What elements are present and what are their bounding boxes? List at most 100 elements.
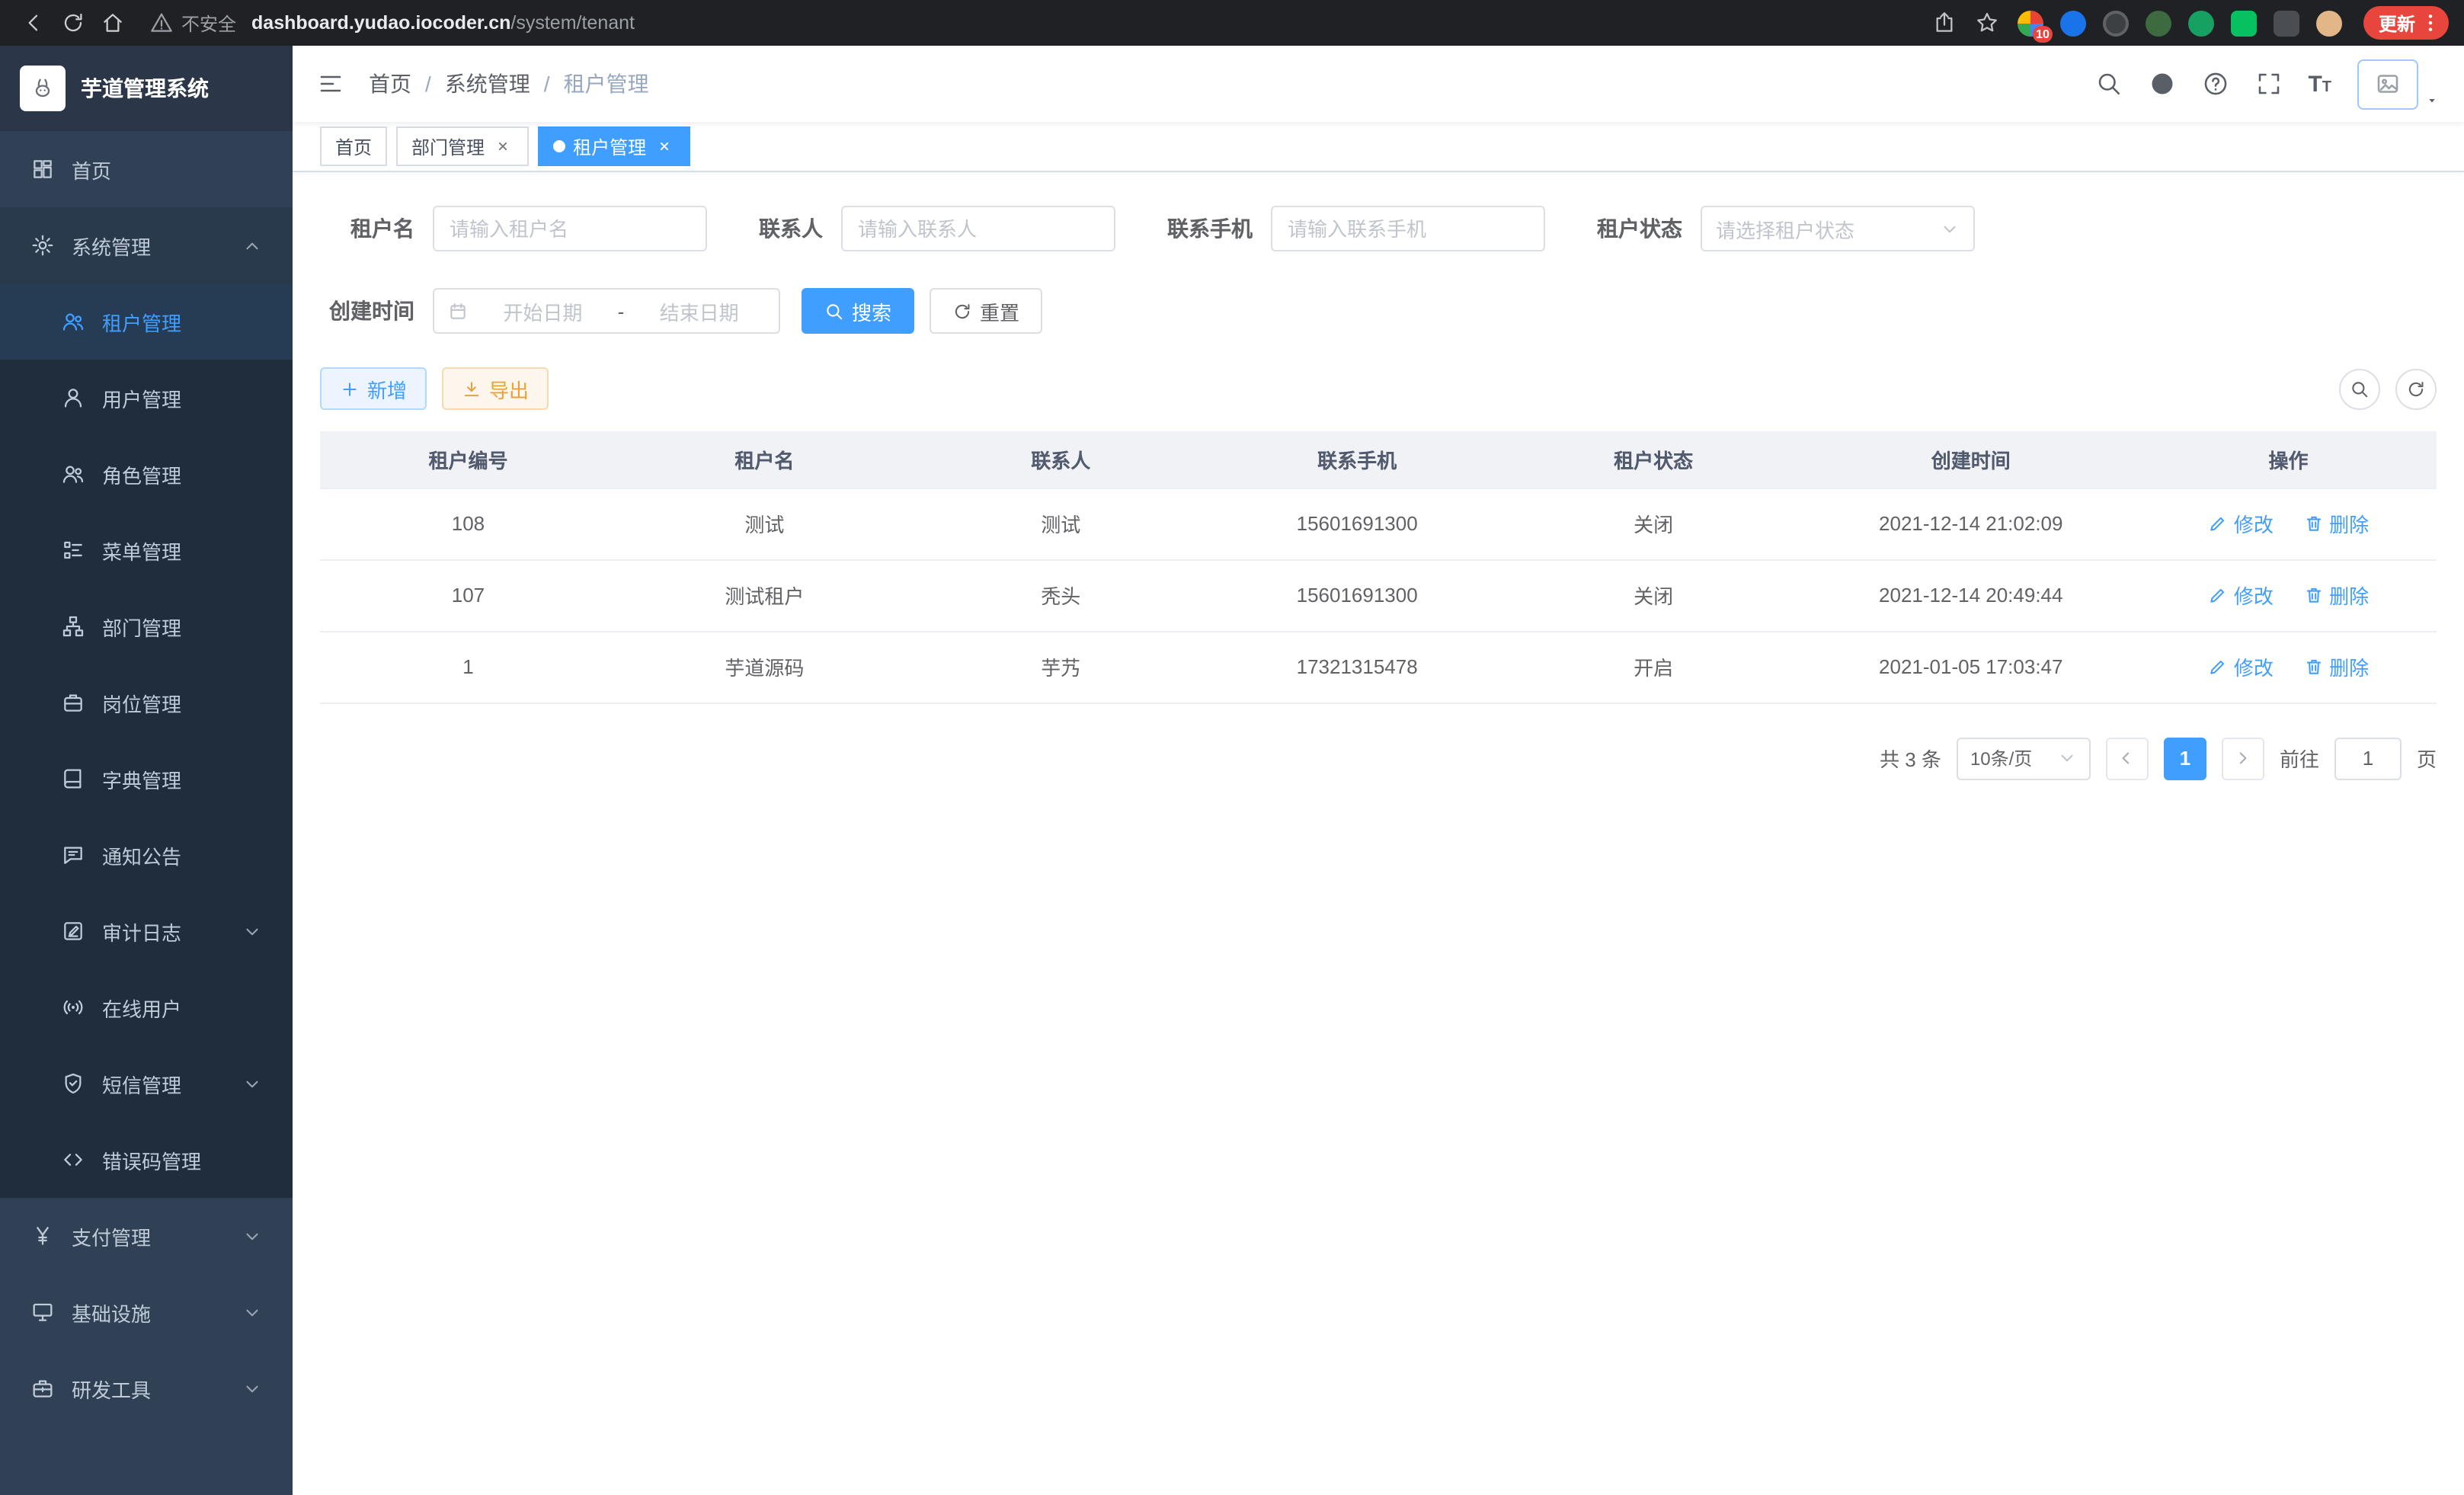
- search-form-row-1: 租户名 联系人 联系手机 租户状态 请选择租户状态: [320, 206, 2437, 251]
- next-page-button[interactable]: [2222, 737, 2264, 780]
- reset-button-label: 重置: [980, 296, 1019, 325]
- page-size-select[interactable]: 10条/页: [1957, 737, 2091, 780]
- mobile-label: 联系手机: [1167, 213, 1253, 244]
- security-status-chip[interactable]: 不安全: [149, 10, 236, 36]
- roles-icon: [61, 462, 85, 486]
- browser-reload-button[interactable]: [55, 5, 91, 41]
- status-select-placeholder: 请选择租户状态: [1716, 214, 1854, 243]
- download-icon: [462, 379, 482, 399]
- sidebar-group-sms-mgmt[interactable]: 短信管理: [0, 1045, 293, 1122]
- sidebar-item-online-users[interactable]: 在线用户: [0, 969, 293, 1045]
- sidebar-group-audit-log[interactable]: 审计日志: [0, 893, 293, 969]
- contact-cell: 芋艿: [913, 631, 1209, 703]
- edit-icon: [2208, 585, 2228, 605]
- delete-link[interactable]: 删除: [2303, 581, 2369, 610]
- close-tab-icon[interactable]: [654, 136, 675, 157]
- extension-icon-6[interactable]: [2231, 10, 2257, 36]
- breadcrumb-current: 租户管理: [564, 69, 649, 99]
- add-button-label: 新增: [367, 374, 407, 403]
- browser-update-button[interactable]: 更新: [2363, 6, 2449, 40]
- browser-back-button[interactable]: [15, 5, 52, 41]
- sidebar-item-label: 首页: [72, 155, 111, 184]
- refresh-table-button[interactable]: [2395, 368, 2437, 409]
- avatar-broken-image: [2357, 59, 2418, 109]
- browser-home-button[interactable]: [94, 5, 131, 41]
- breadcrumb-system[interactable]: 系统管理: [445, 69, 530, 99]
- extension-icon-5[interactable]: [2188, 10, 2214, 36]
- sidebar-item-role-mgmt[interactable]: 角色管理: [0, 436, 293, 512]
- range-separator: -: [618, 299, 625, 322]
- delete-link[interactable]: 删除: [2303, 652, 2369, 681]
- sidebar-item-dict-mgmt[interactable]: 字典管理: [0, 741, 293, 817]
- sidebar-group-infra[interactable]: 基础设施: [0, 1274, 293, 1350]
- goto-page-input[interactable]: [2334, 737, 2402, 780]
- extension-icon-4[interactable]: [2146, 10, 2171, 36]
- breadcrumb-separator: /: [425, 72, 431, 96]
- browser-menu-icon[interactable]: [2418, 11, 2443, 35]
- chevron-down-icon: [242, 921, 262, 941]
- sidebar-item-home[interactable]: 首页: [0, 131, 293, 207]
- header-search-icon[interactable]: [2094, 70, 2122, 98]
- mobile-input[interactable]: [1271, 206, 1545, 251]
- sidebar-group-system[interactable]: 系统管理: [0, 207, 293, 283]
- mobile-cell: 15601691300: [1209, 559, 1506, 631]
- sidebar-group-dev-tools[interactable]: 研发工具: [0, 1350, 293, 1426]
- extension-icon-1[interactable]: 10: [2018, 10, 2043, 36]
- goto-label: 前往: [2280, 744, 2319, 773]
- extension-icon-7[interactable]: [2274, 10, 2299, 36]
- sidebar-item-label: 短信管理: [102, 1069, 181, 1098]
- fold-sidebar-button[interactable]: [317, 70, 344, 98]
- sidebar-item-tenant-mgmt[interactable]: 租户管理: [0, 283, 293, 360]
- help-question-icon[interactable]: [2201, 70, 2229, 98]
- toggle-search-button[interactable]: [2339, 368, 2380, 409]
- sidebar-item-error-code-mgmt[interactable]: 错误码管理: [0, 1122, 293, 1198]
- col-tenant-id: 租户编号: [320, 431, 616, 488]
- share-button[interactable]: [1932, 11, 1957, 35]
- chevron-down-icon: [242, 1302, 262, 1322]
- prev-page-button[interactable]: [2106, 737, 2149, 780]
- sidebar-group-pay-mgmt[interactable]: 支付管理: [0, 1198, 293, 1274]
- sidebar-item-user-mgmt[interactable]: 用户管理: [0, 360, 293, 436]
- font-size-icon[interactable]: TT: [2308, 72, 2331, 95]
- table-row: 107 测试租户 秃头 15601691300 关闭 2021-12-14 20…: [320, 559, 2437, 631]
- delete-link[interactable]: 删除: [2303, 509, 2369, 538]
- sidebar-item-post-mgmt[interactable]: 岗位管理: [0, 664, 293, 741]
- extension-icon-8[interactable]: [2316, 10, 2342, 36]
- edit-link[interactable]: 修改: [2208, 509, 2274, 538]
- table-row: 108 测试 测试 15601691300 关闭 2021-12-14 21:0…: [320, 488, 2437, 559]
- sidebar-item-menu-mgmt[interactable]: 菜单管理: [0, 512, 293, 588]
- app-logo[interactable]: 芋道管理系统: [0, 46, 293, 131]
- sidebar-item-notice[interactable]: 通知公告: [0, 817, 293, 893]
- reset-button[interactable]: 重置: [930, 288, 1042, 334]
- fullscreen-icon[interactable]: [2254, 70, 2282, 98]
- log-document-icon: [61, 919, 85, 943]
- col-actions: 操作: [2140, 431, 2437, 488]
- code-icon: [61, 1148, 85, 1172]
- export-button[interactable]: 导出: [442, 367, 549, 410]
- created-at-cell: 2021-01-05 17:03:47: [1802, 631, 2140, 703]
- sidebar-item-dept-mgmt[interactable]: 部门管理: [0, 588, 293, 664]
- tab-home[interactable]: 首页: [320, 126, 387, 166]
- sidebar-item-label: 错误码管理: [102, 1145, 201, 1174]
- add-button[interactable]: 新增: [320, 367, 427, 410]
- export-button-label: 导出: [489, 374, 529, 403]
- github-icon[interactable]: [2148, 70, 2175, 98]
- tenant-name-input[interactable]: [433, 206, 707, 251]
- status-select[interactable]: 请选择租户状态: [1701, 206, 1975, 251]
- address-bar[interactable]: dashboard.yudao.iocoder.cn /system/tenan…: [251, 11, 2014, 35]
- tab-dept-mgmt[interactable]: 部门管理: [396, 126, 529, 166]
- date-range-picker[interactable]: 开始日期 - 结束日期: [433, 288, 780, 334]
- user-avatar-dropdown[interactable]: [2357, 59, 2440, 109]
- edit-link[interactable]: 修改: [2208, 652, 2274, 681]
- contact-input[interactable]: [841, 206, 1115, 251]
- edit-link[interactable]: 修改: [2208, 581, 2274, 610]
- close-tab-icon[interactable]: [492, 136, 514, 157]
- breadcrumb-home[interactable]: 首页: [369, 69, 411, 99]
- extension-icon-2[interactable]: [2060, 10, 2086, 36]
- bookmark-star-button[interactable]: [1975, 11, 1999, 35]
- tab-tenant-mgmt[interactable]: 租户管理: [538, 126, 690, 166]
- table-row: 1 芋道源码 芋艿 17321315478 开启 2021-01-05 17:0…: [320, 631, 2437, 703]
- page-number-button[interactable]: 1: [2164, 737, 2206, 780]
- extension-icon-3[interactable]: [2103, 10, 2129, 36]
- search-button[interactable]: 搜索: [802, 288, 914, 334]
